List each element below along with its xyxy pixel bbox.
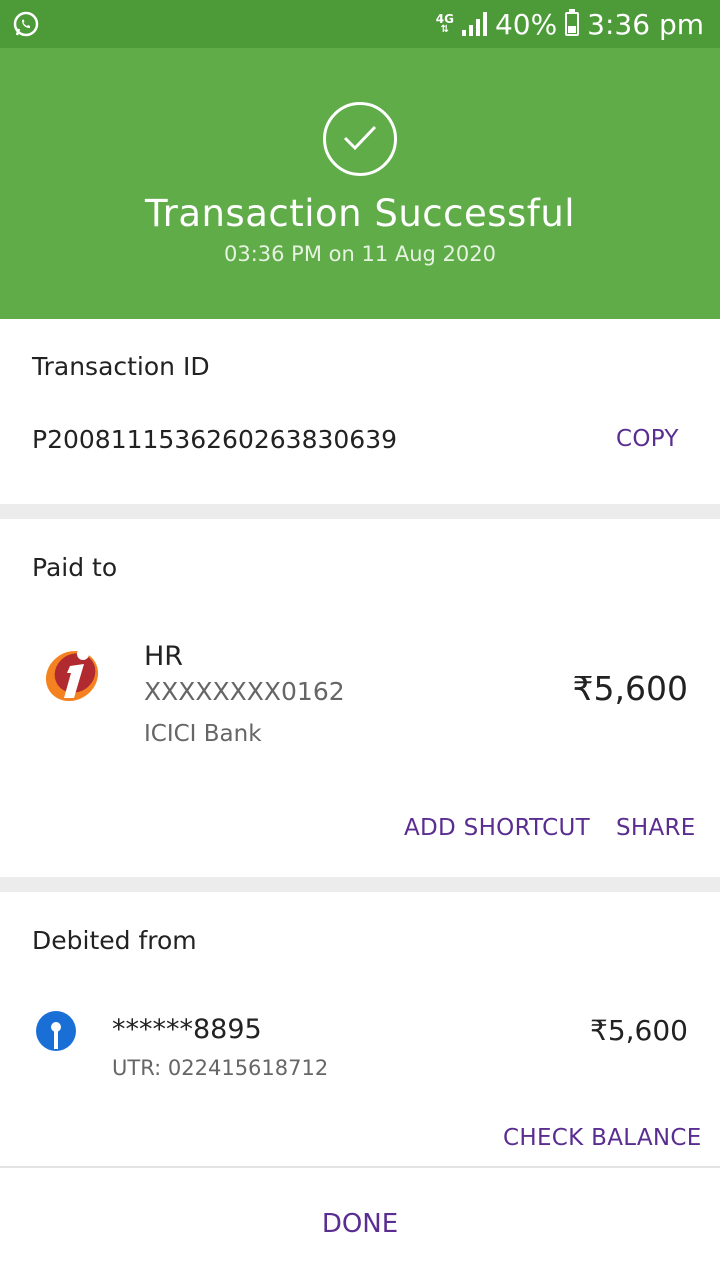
utr-number: UTR: 022415618712 (112, 1056, 329, 1080)
icici-bank-logo-icon (45, 648, 99, 702)
clock: 3:36 pm (587, 7, 704, 41)
payee-name: HR (144, 641, 184, 672)
transaction-id-value: P2008111536260263830639 (32, 425, 398, 454)
payee-account: XXXXXXXX0162 (144, 677, 345, 706)
transaction-timestamp: 03:36 PM on 11 Aug 2020 (223, 242, 496, 266)
signal-icon (461, 12, 487, 36)
success-header: Transaction Successful 03:36 PM on 11 Au… (0, 48, 720, 319)
whatsapp-icon (12, 10, 40, 42)
status-bar: 4G ⇅ 40% 3:36 pm (0, 0, 720, 48)
add-shortcut-button[interactable]: ADD SHORTCUT (404, 815, 590, 841)
debited-amount: ₹5,600 (590, 1014, 688, 1047)
divider (0, 877, 720, 892)
divider (0, 504, 720, 519)
checkmark-icon (323, 102, 397, 176)
check-balance-button[interactable]: CHECK BALANCE (503, 1125, 702, 1151)
paid-amount: ₹5,600 (572, 669, 688, 708)
debit-account: ******8895 (112, 1014, 262, 1045)
network-type: 4G ⇅ (435, 12, 454, 35)
paid-to-label: Paid to (32, 553, 118, 582)
share-button[interactable]: SHARE (616, 815, 696, 841)
paid-to-section: Paid to HR XXXXXXXX0162 ICICI Bank ₹5,60… (0, 519, 720, 877)
page-title: Transaction Successful (144, 192, 576, 235)
debited-from-section: Debited from ******8895 UTR: 02241561871… (0, 892, 720, 1166)
battery-percent: 40% (494, 7, 558, 41)
copy-button[interactable]: COPY (616, 426, 679, 452)
payee-bank: ICICI Bank (144, 721, 262, 747)
debited-from-label: Debited from (32, 926, 197, 955)
battery-icon (565, 9, 580, 36)
transaction-id-label: Transaction ID (32, 352, 210, 381)
transaction-id-section: Transaction ID P2008111536260263830639 C… (0, 319, 720, 504)
done-button[interactable]: DONE (0, 1168, 720, 1280)
sbi-bank-logo-icon (36, 1011, 76, 1051)
